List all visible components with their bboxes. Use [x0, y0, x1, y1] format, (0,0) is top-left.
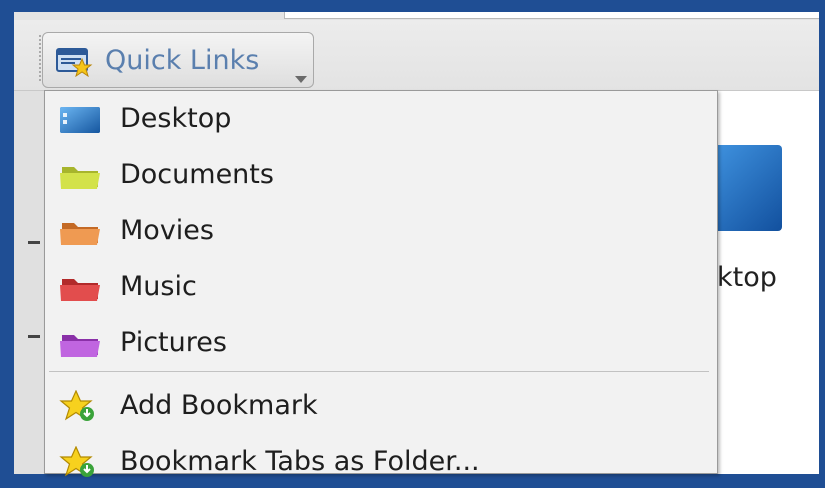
menu-item-documents[interactable]: Documents	[45, 149, 717, 201]
pictures-folder-icon	[58, 327, 102, 359]
menu-item-label: Documents	[120, 159, 274, 190]
menu-item-bookmark-tabs-as-folder[interactable]: Bookmark Tabs as Folder...	[45, 436, 717, 488]
bookmark-folder-icon	[55, 45, 93, 78]
panel-glyph	[28, 335, 40, 338]
menu-item-pictures[interactable]: Pictures	[45, 317, 717, 369]
menu-separator	[49, 371, 709, 372]
menu-item-music[interactable]: Music	[45, 261, 717, 313]
bookmarks-toolbar: Quick Links	[14, 20, 819, 91]
menu-item-add-bookmark[interactable]: Add Bookmark	[45, 380, 717, 432]
bookmark-tabs-star-icon	[58, 445, 102, 478]
menu-item-movies[interactable]: Movies	[45, 205, 717, 257]
menu-item-desktop[interactable]: Desktop	[45, 93, 717, 145]
location-bar-edge[interactable]	[284, 12, 819, 19]
panel-glyph	[28, 241, 40, 244]
menu-item-label: Pictures	[120, 327, 227, 358]
quick-links-label: Quick Links	[105, 45, 260, 76]
desktop-item-icon[interactable]	[714, 145, 782, 231]
chevron-down-icon	[295, 76, 307, 83]
desktop-folder-icon	[58, 103, 102, 135]
menu-item-label: Add Bookmark	[120, 390, 318, 421]
movies-folder-icon	[58, 215, 102, 247]
menu-item-label: Desktop	[120, 103, 232, 134]
documents-folder-icon	[58, 159, 102, 191]
menu-item-label: Movies	[120, 215, 214, 246]
menu-item-label: Music	[120, 271, 197, 302]
desktop-item-label[interactable]: ktop	[717, 262, 777, 293]
add-bookmark-star-icon	[58, 389, 102, 422]
music-folder-icon	[58, 271, 102, 303]
quick-links-button[interactable]: Quick Links	[42, 32, 314, 88]
quick-links-menu: Desktop Documents Movies Music Pictures …	[44, 90, 718, 477]
menu-item-label: Bookmark Tabs as Folder...	[120, 446, 480, 477]
